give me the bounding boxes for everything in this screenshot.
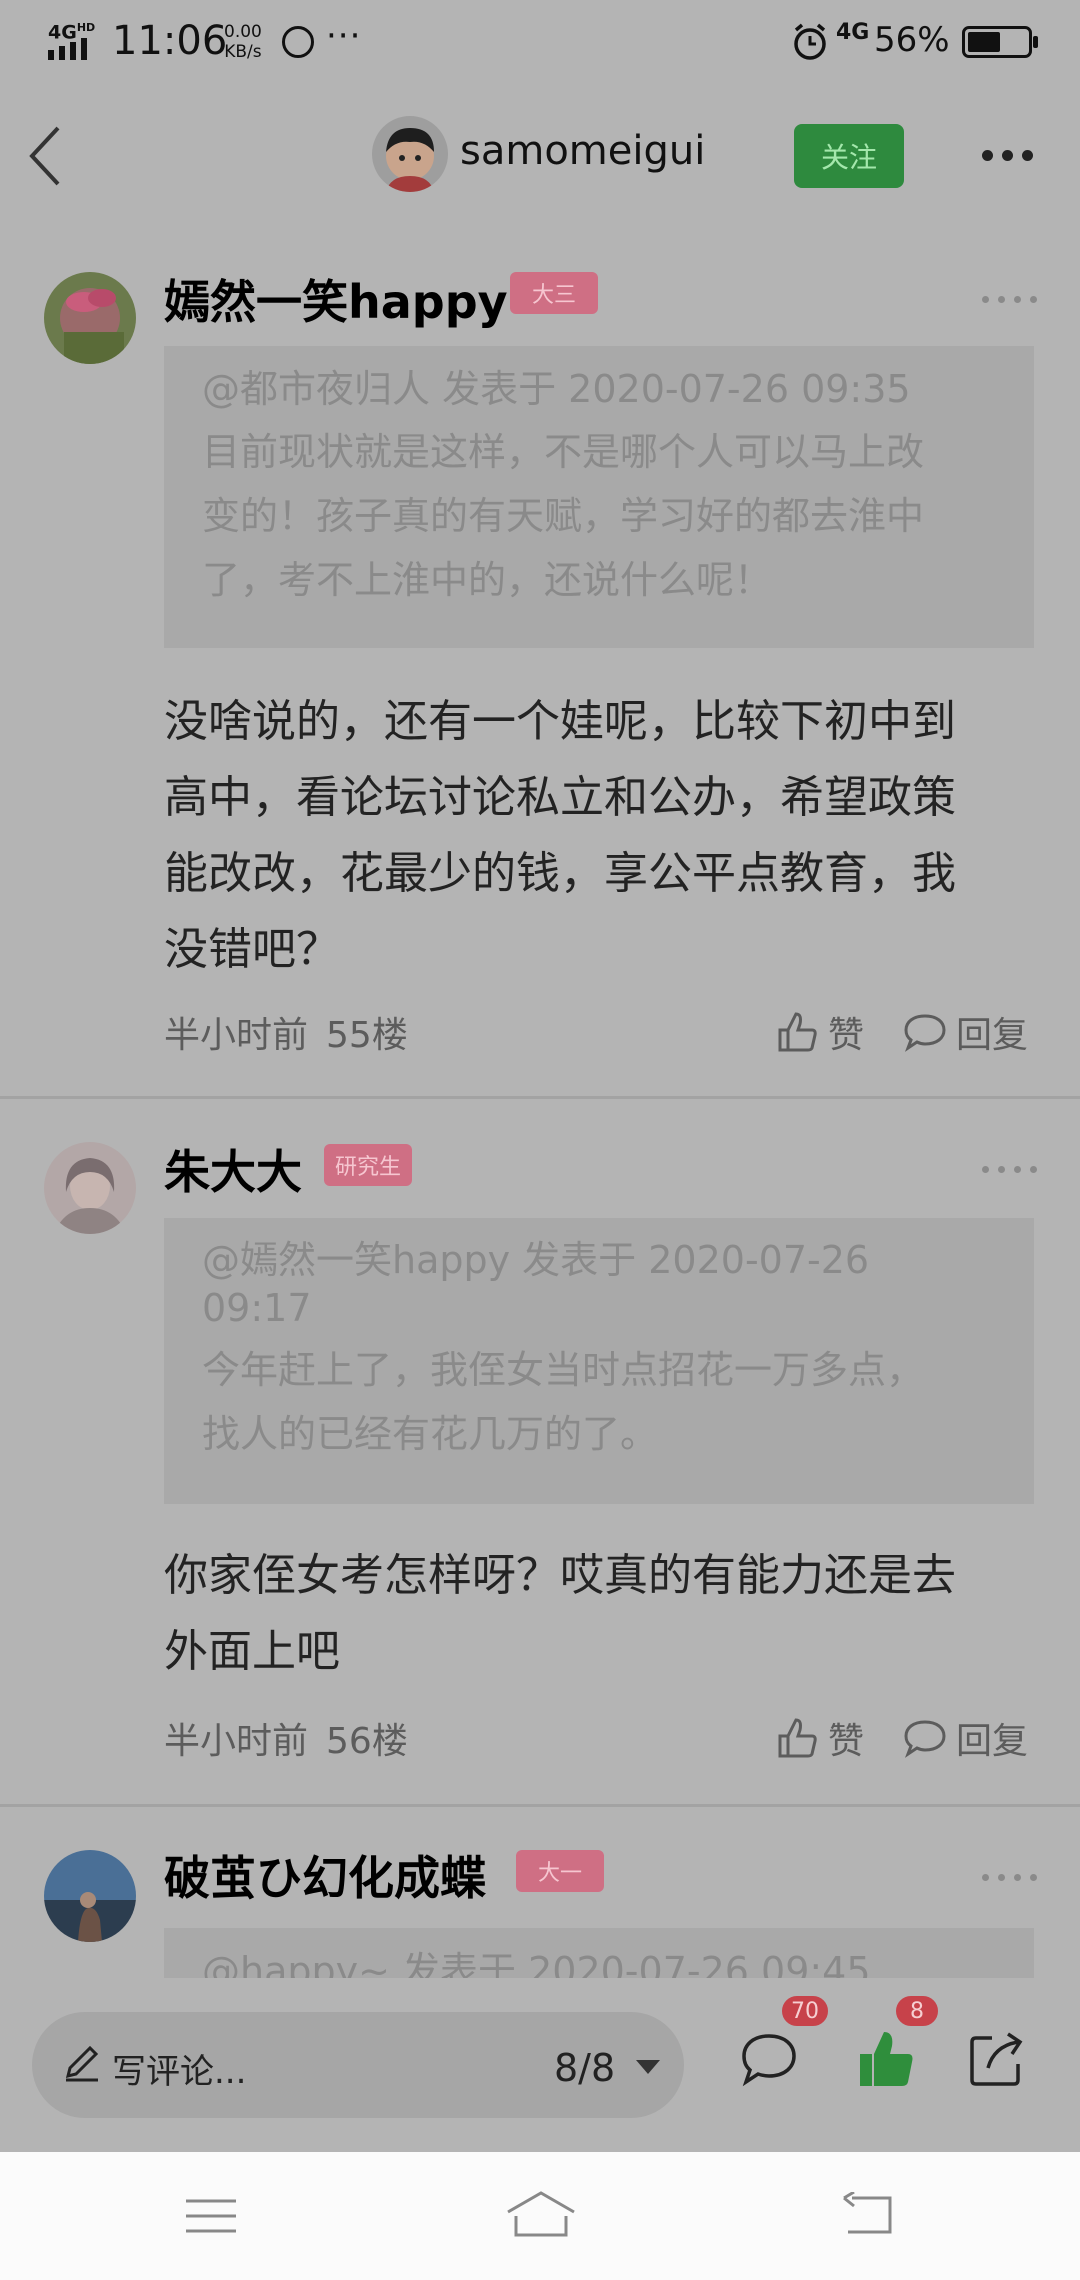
quote-line: 找人的已经有花几万的了。 <box>202 1412 659 1456</box>
comment-text: 没啥说的，还有一个娃呢，比较下初中到 高中，看论坛讨论私立和公办，希望政策 能改… <box>164 684 1044 988</box>
quoted-comment[interactable]: @happy~ 发表于 2020-07-26 09:45 <box>164 1928 1034 1978</box>
comment-divider <box>0 1804 1080 1807</box>
write-comment-label: 写评论... <box>112 2052 247 2092</box>
quoted-comment[interactable]: @都市夜归人 发表于 2020-07-26 09:35 目前现状就是这样，不是哪… <box>164 346 1034 648</box>
page-indicator[interactable]: 8/8 <box>554 2046 615 2090</box>
battery-icon <box>962 26 1038 58</box>
top-nav-bar: samomeigui 关注 <box>0 84 1080 232</box>
comment-item: 嫣然一笑happy 大三 @都市夜归人 发表于 2020-07-26 09:35… <box>0 232 1080 1096</box>
system-navigation-bar <box>0 2152 1080 2280</box>
commenter-avatar[interactable] <box>44 1142 136 1234</box>
comment-count-badge: 70 <box>780 1994 830 2028</box>
like-label: 赞 <box>828 1721 865 1762</box>
speech-bubble-icon <box>904 1014 946 1052</box>
comment-bubble-icon <box>742 2034 796 2087</box>
cellular-4g-icon: 4G <box>836 20 870 45</box>
like-count-badge: 8 <box>894 1994 940 2028</box>
like-button[interactable]: 赞 <box>776 1006 864 1058</box>
author-avatar[interactable] <box>372 116 448 192</box>
comment-time: 半小时前 <box>164 1721 309 1762</box>
pencil-icon <box>65 2045 99 2082</box>
comment-item: 朱大大 研究生 @嫣然一笑happy 发表于 2020-07-26 09:17 … <box>0 1100 1080 1804</box>
grade-badge: 大一 <box>516 1850 604 1892</box>
quote-header: @嫣然一笑happy 发表于 2020-07-26 <box>202 1238 870 1282</box>
more-notifications-icon: ··· <box>326 16 362 56</box>
commenter-avatar[interactable] <box>44 272 136 364</box>
comment-meta: 半小时前 56楼 <box>164 1712 408 1764</box>
comment-floor: 55楼 <box>326 1015 408 1056</box>
quoted-comment[interactable]: @嫣然一笑happy 发表于 2020-07-26 09:17 今年赶上了，我侄… <box>164 1218 1034 1504</box>
comment-line: 没错吧？ <box>164 924 340 975</box>
back-nav-icon[interactable] <box>842 2192 894 2236</box>
quote-line: 目前现状就是这样，不是哪个人可以马上改 <box>202 430 925 474</box>
comment-floor: 56楼 <box>326 1721 408 1762</box>
more-dots-icon[interactable] <box>982 150 1033 161</box>
comment-divider <box>0 1096 1080 1099</box>
page-title-username[interactable]: samomeigui <box>460 128 705 174</box>
like-post-button[interactable]: 8 <box>856 1994 940 2094</box>
quote-header: @happy~ 发表于 2020-07-26 09:45 <box>202 1949 871 1978</box>
reply-button[interactable]: 回复 <box>902 1006 1028 1058</box>
comment-item: 破茧ひ幻化成蝶 大一 @happy~ 发表于 2020-07-26 09:45 <box>0 1808 1080 1978</box>
comment-time: 半小时前 <box>164 1015 309 1056</box>
follow-button[interactable]: 关注 <box>794 124 904 188</box>
commenter-name[interactable]: 破茧ひ幻化成蝶 <box>164 1842 486 1908</box>
comment-text: 你家侄女考怎样呀？哎真的有能力还是去 外面上吧 <box>164 1538 1044 1690</box>
comment-more-icon[interactable] <box>982 1874 1037 1881</box>
quote-header: @都市夜归人 发表于 2020-07-26 09:35 <box>202 367 911 411</box>
comment-line: 高中，看论坛讨论私立和公办，希望政策 <box>164 772 956 823</box>
home-icon[interactable] <box>506 2190 576 2238</box>
grade-badge: 大三 <box>510 272 598 314</box>
commenter-name[interactable]: 嫣然一笑happy <box>164 266 508 332</box>
comment-line: 能改改，花最少的钱，享公平点教育，我 <box>164 848 956 899</box>
app-notification-icon <box>282 26 314 58</box>
alarm-icon <box>794 23 826 60</box>
bottom-action-bar: 写评论... 8/8 70 8 <box>0 1978 1080 2152</box>
grade-badge: 研究生 <box>324 1144 412 1186</box>
clock: 11:06 <box>112 18 228 64</box>
thumbs-up-icon <box>778 1718 817 1758</box>
comment-meta: 半小时前 55楼 <box>164 1006 408 1058</box>
share-button[interactable] <box>966 2028 1028 2094</box>
thumbs-up-filled-icon <box>860 2032 913 2086</box>
comment-more-icon[interactable] <box>982 1166 1037 1173</box>
write-comment-input[interactable]: 写评论... 8/8 <box>32 2012 684 2118</box>
status-bar: 4GHD 11:06 0.00 KB/s ··· 4G 56% <box>0 0 1080 84</box>
commenter-avatar[interactable] <box>44 1850 136 1942</box>
thumbs-up-icon <box>778 1012 817 1052</box>
like-button[interactable]: 赞 <box>776 1712 864 1764</box>
reply-button[interactable]: 回复 <box>902 1712 1028 1764</box>
signal-bars-icon <box>48 38 87 60</box>
reply-label: 回复 <box>956 1015 1029 1056</box>
like-label: 赞 <box>828 1015 865 1056</box>
commenter-name[interactable]: 朱大大 <box>164 1136 302 1202</box>
comments-button[interactable]: 70 <box>738 1994 830 2094</box>
comment-line: 你家侄女考怎样呀？哎真的有能力还是去 <box>164 1550 956 1601</box>
comment-line: 外面上吧 <box>164 1626 340 1677</box>
quote-header: 09:17 <box>202 1286 312 1330</box>
speech-bubble-icon <box>904 1720 946 1758</box>
share-icon <box>970 2032 1023 2086</box>
back-chevron-icon[interactable] <box>26 124 66 188</box>
caret-down-icon[interactable] <box>636 2060 660 2074</box>
comment-line: 没啥说的，还有一个娃呢，比较下初中到 <box>164 696 956 747</box>
quote-line: 了，考不上淮中的，还说什么呢！ <box>202 558 773 602</box>
battery-percent: 56% <box>874 20 950 60</box>
quote-line: 今年赶上了，我侄女当时点招花一万多点， <box>202 1348 925 1392</box>
network-speed: 0.00 KB/s <box>224 22 262 62</box>
recent-apps-icon[interactable] <box>186 2198 236 2234</box>
reply-label: 回复 <box>956 1721 1029 1762</box>
comment-more-icon[interactable] <box>982 296 1037 303</box>
quote-line: 变的！孩子真的有天赋，学习好的都去淮中 <box>202 494 925 538</box>
